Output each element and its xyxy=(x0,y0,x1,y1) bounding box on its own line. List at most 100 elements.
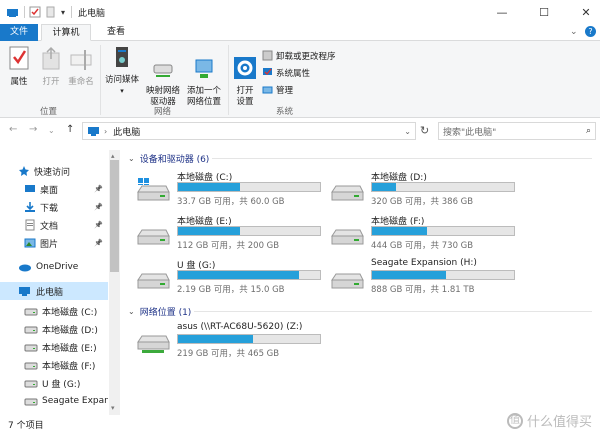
nav-item-label: 下载 xyxy=(40,203,59,214)
pin-icon[interactable]: 📌 xyxy=(94,185,103,193)
network-drive-icon xyxy=(136,330,170,354)
add-network-location-button[interactable]: 添加一个 网络位置 xyxy=(184,45,224,119)
disk-icon xyxy=(24,377,38,389)
network-group-header[interactable]: ⌄ 网络位置 (1) xyxy=(128,305,191,318)
usage-bar-fill xyxy=(178,227,241,235)
close-button[interactable]: ✕ xyxy=(570,0,600,24)
address-dropdown-icon[interactable]: ⌄ xyxy=(404,127,411,136)
search-input[interactable]: 搜索"此电脑" ⌕ xyxy=(438,122,596,140)
nav-item[interactable]: 桌面 📌 xyxy=(0,180,108,198)
hard-drive-icon xyxy=(330,266,364,290)
nav-item[interactable]: U 盘 (G:) xyxy=(0,374,108,392)
network-location-icon xyxy=(195,59,213,78)
nav-item[interactable]: 此电脑 xyxy=(0,282,108,300)
nav-item-label: 本地磁盘 (E:) xyxy=(42,343,97,354)
uninstall-button[interactable]: 卸载或更改程序 xyxy=(262,49,336,62)
nav-item[interactable]: 本地磁盘 (C:) xyxy=(0,302,108,320)
properties-button[interactable]: 属性 xyxy=(4,45,34,88)
manage-button[interactable]: 管理 xyxy=(262,83,293,96)
search-placeholder: 搜索"此电脑" xyxy=(443,127,497,138)
watermark: 值 什么值得买 xyxy=(506,411,592,430)
open-settings-button[interactable]: 打开 设置 xyxy=(231,45,259,119)
network-group-title: 网络位置 (1) xyxy=(139,308,192,318)
usage-bar xyxy=(371,270,515,280)
ribbon-collapse-icon[interactable]: ⌄ xyxy=(570,27,578,37)
properties-check-icon[interactable] xyxy=(29,6,41,18)
drive-tile[interactable]: U 盘 (G:) 2.19 GB 可用，共 15.0 GB xyxy=(136,258,326,295)
item-count: 7 个项目 xyxy=(8,420,44,431)
nav-item[interactable]: Seagate Expansion xyxy=(0,392,108,410)
refresh-icon[interactable]: ↻ xyxy=(420,124,429,137)
nav-item[interactable]: 快速访问 xyxy=(0,162,108,180)
nav-item-label: 图片 xyxy=(40,239,59,250)
collapse-chevron-icon[interactable]: ⌄ xyxy=(128,307,135,316)
navigation-pane: 快速访问 桌面 📌 下载 📌 文档 📌 图片 📌 OneDrive 此电脑 本地磁盘 (C:) 本地磁盘… xyxy=(0,150,121,415)
search-icon[interactable]: ⌕ xyxy=(586,126,591,136)
help-icon[interactable]: ? xyxy=(585,26,596,37)
forward-arrow-icon[interactable]: → xyxy=(29,124,37,135)
address-bar[interactable]: › 此电脑 ⌄ xyxy=(82,122,416,140)
nav-item[interactable]: 图片 📌 xyxy=(0,234,108,252)
disk-icon xyxy=(24,323,38,335)
drive-name: Seagate Expansion (H:) xyxy=(371,258,477,268)
content-pane: ⌄ 设备和驱动器 (6) 本地磁盘 (C:) 33.7 GB 可用，共 60.0 … xyxy=(122,150,600,415)
pin-icon[interactable]: 📌 xyxy=(94,239,103,247)
scroll-down-icon[interactable]: ▾ xyxy=(111,404,115,412)
breadcrumb[interactable]: 此电脑 xyxy=(113,125,140,138)
back-arrow-icon[interactable]: ← xyxy=(9,124,17,135)
hard-drive-icon xyxy=(136,222,170,246)
drive-tile[interactable]: 本地磁盘 (C:) 33.7 GB 可用，共 60.0 GB xyxy=(136,170,326,207)
qa-dropdown-icon[interactable]: ▾ xyxy=(61,8,65,17)
drive-tile[interactable]: 本地磁盘 (E:) 112 GB 可用，共 200 GB xyxy=(136,214,326,251)
ribbon-tabs: 文件 计算机 查看 ⌄ ? xyxy=(0,24,600,41)
nav-scrollbar[interactable]: ▴ ▾ xyxy=(109,150,120,415)
drive-size: 888 GB 可用，共 1.81 TB xyxy=(371,285,475,295)
system-group-label: 系统 xyxy=(276,107,294,117)
disk-icon xyxy=(24,395,38,407)
ribbon: 属性 打开 重命名 位置 访问媒体 ▾ 映射网络 驱动器 添加一个 网络位置 网… xyxy=(0,41,600,118)
tab-computer[interactable]: 计算机 xyxy=(41,24,91,41)
open-button[interactable]: 打开 xyxy=(36,45,66,88)
open-icon xyxy=(42,46,60,70)
nav-item-label: U 盘 (G:) xyxy=(42,379,81,390)
tab-view[interactable]: 查看 xyxy=(96,24,136,41)
breadcrumb-chevron-icon[interactable]: › xyxy=(104,127,107,136)
rename-button[interactable]: 重命名 xyxy=(66,45,96,88)
nav-item[interactable]: OneDrive xyxy=(0,258,108,276)
add-network-location-label: 添加一个 网络位置 xyxy=(186,86,221,107)
drive-tile[interactable]: Seagate Expansion (H:) 888 GB 可用，共 1.81 T… xyxy=(330,258,520,295)
watermark-logo-icon: 值 xyxy=(506,412,523,429)
manage-icon xyxy=(262,86,273,94)
tab-file[interactable]: 文件 xyxy=(0,24,38,41)
collapse-chevron-icon[interactable]: ⌄ xyxy=(128,154,135,163)
minimize-button[interactable]: — xyxy=(486,0,518,24)
usage-bar xyxy=(177,226,321,236)
network-drive-tile[interactable]: asus (\\RT-AC68U-5620) (Z:) 219 GB 可用，共 4… xyxy=(136,322,326,359)
system-properties-label: 系统属性 xyxy=(276,68,311,79)
drive-tile[interactable]: 本地磁盘 (D:) 320 GB 可用，共 386 GB xyxy=(330,170,520,207)
access-media-button[interactable]: 访问媒体 ▾ xyxy=(104,45,140,97)
scroll-up-icon[interactable]: ▴ xyxy=(111,152,115,160)
new-folder-icon[interactable] xyxy=(45,6,57,18)
nav-item[interactable]: 下载 📌 xyxy=(0,198,108,216)
up-arrow-icon[interactable]: ↑ xyxy=(66,124,74,135)
drive-tile[interactable]: 本地磁盘 (F:) 444 GB 可用，共 730 GB xyxy=(330,214,520,251)
nav-item[interactable]: 本地磁盘 (F:) xyxy=(0,356,108,374)
usage-bar xyxy=(177,182,321,192)
maximize-button[interactable]: ☐ xyxy=(528,0,560,24)
recent-dropdown-icon[interactable]: ⌄ xyxy=(48,126,55,135)
drive-size: 219 GB 可用，共 465 GB xyxy=(177,349,280,359)
usage-bar xyxy=(371,226,515,236)
pin-icon[interactable]: 📌 xyxy=(94,203,103,211)
nav-scroll-thumb[interactable] xyxy=(110,160,119,272)
uninstall-label: 卸载或更改程序 xyxy=(276,51,336,62)
system-properties-button[interactable]: 系统属性 xyxy=(262,66,310,79)
nav-item[interactable]: 本地磁盘 (E:) xyxy=(0,338,108,356)
pin-icon[interactable]: 📌 xyxy=(94,221,103,229)
open-settings-label: 打开 设置 xyxy=(236,86,254,107)
nav-item[interactable]: 本地磁盘 (D:) xyxy=(0,320,108,338)
nav-item-label: 本地磁盘 (D:) xyxy=(42,325,98,336)
nav-item[interactable]: 文档 📌 xyxy=(0,216,108,234)
window-title: 此电脑 xyxy=(78,8,106,19)
devices-group-header[interactable]: ⌄ 设备和驱动器 (6) xyxy=(128,152,209,165)
